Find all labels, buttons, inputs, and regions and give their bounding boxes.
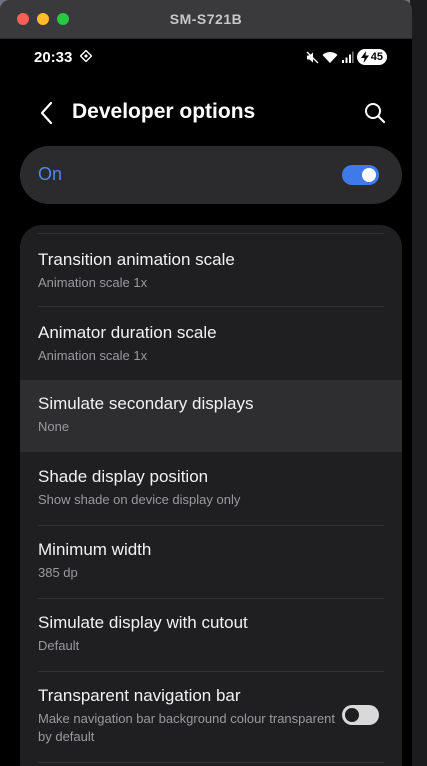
setting-title: Simulate display with cutout [38,613,248,632]
background-desktop [410,0,427,766]
setting-subtitle: Default [38,638,80,653]
setting-subtitle: Animation scale 1x [38,275,148,290]
setting-title: Minimum width [38,540,152,559]
setting-subtitle: 385 dp [38,565,78,580]
setting-subtitle: Animation scale 1x [38,348,148,363]
master-switch-row[interactable]: On [20,146,402,204]
setting-title: Simulate secondary displays [38,394,254,413]
transparent-navigation-bar-toggle[interactable] [342,705,379,725]
battery-level: 45 [370,51,383,63]
setting-title: Animator duration scale [38,323,217,342]
setting-simulate-secondary-displays[interactable]: Simulate secondary displays None [20,380,402,452]
emulator-window: SM-S721B 20:33 45 Developer options On T… [0,0,412,766]
mute-icon [306,51,319,64]
setting-title: Shade display position [38,467,209,486]
page-title: Developer options [72,100,256,123]
setting-title: Transition animation scale [38,250,235,269]
back-arrow-icon[interactable] [36,99,60,127]
window-title: SM-S721B [169,11,243,27]
window-titlebar: SM-S721B [0,0,412,39]
setting-transparent-navigation-bar[interactable]: Transparent navigation bar Make navigati… [20,672,402,762]
nfc-diamond-icon [80,50,92,62]
wifi-icon [322,52,338,63]
setting-shade-display-position[interactable]: Shade display position Show shade on dev… [20,453,402,525]
signal-icon [342,51,354,63]
search-icon[interactable] [363,101,387,125]
status-time: 20:33 [34,49,73,66]
setting-animator-duration-scale[interactable]: Animator duration scale Animation scale … [20,307,402,379]
setting-subtitle: None [38,419,70,434]
toggle-knob [345,708,359,722]
master-switch-label: On [38,164,63,184]
setting-title: Transparent navigation bar [38,686,241,705]
divider [38,762,384,763]
setting-simulate-display-with-cutout[interactable]: Simulate display with cutout Default [20,599,402,671]
battery-indicator: 45 [357,49,387,65]
developer-options-toggle[interactable] [342,165,379,185]
toggle-knob [362,168,376,182]
charging-bolt-icon [361,51,369,63]
setting-transition-animation-scale[interactable]: Transition animation scale Animation sca… [20,234,402,306]
settings-list: Transition animation scale Animation sca… [20,225,402,766]
setting-subtitle: Make navigation bar background colour tr… [38,711,336,744]
phone-screen: 20:33 45 Developer options On Transition… [0,39,412,766]
app-bar: Developer options [0,91,412,135]
status-bar: 20:33 45 [0,39,412,77]
setting-subtitle: Show shade on device display only [38,492,241,507]
setting-minimum-width[interactable]: Minimum width 385 dp [20,526,402,598]
